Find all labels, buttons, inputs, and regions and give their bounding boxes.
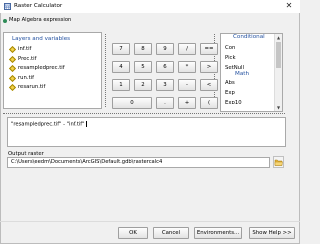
raster-layer-icon [8,55,17,63]
key-5[interactable]: 5 [134,61,152,73]
show-help-button[interactable]: Show Help >> [249,227,295,239]
math-title: Math [235,71,249,77]
raster-layer-icon [8,74,17,82]
key-8[interactable]: 8 [134,43,152,55]
expression-text: "resampledprec.tif" - "inf.tif" [11,121,87,128]
key-6[interactable]: 6 [156,61,174,73]
layers-list: inf.tif Prec.tif resampledprec.tif run.t… [8,45,100,93]
tool-item-con[interactable]: Con [225,43,271,53]
status-dot-icon [3,18,7,23]
map-algebra-label: Map Algebra expression [9,17,72,23]
text-caret [85,121,87,127]
expression-value: "resampledprec.tif" - "inf.tif" [11,121,85,128]
key-plus[interactable]: + [178,97,196,109]
layer-item[interactable]: Prec.tif [8,55,100,65]
conditional-list: Con Pick SetNull [225,43,271,73]
raster-layer-icon [8,83,17,92]
key-minus[interactable]: - [178,79,196,91]
footer-divider [0,221,300,222]
environments-button[interactable]: Environments... [194,227,242,239]
raster-layer-icon [8,64,17,73]
key-open-paren[interactable]: ( [200,97,218,109]
key-4[interactable]: 4 [112,61,130,73]
splitter-line [3,113,285,114]
tool-item-abs[interactable]: Abs [225,78,271,88]
key-decimal[interactable]: . [156,97,174,109]
scroll-up-icon[interactable]: ▲ [275,34,282,41]
key-0[interactable]: 0 [112,97,152,109]
layer-item[interactable]: resampledprec.tif [8,64,100,74]
key-3[interactable]: 3 [156,79,174,91]
tool-item-pick[interactable]: Pick [225,53,271,63]
browse-folder-icon[interactable] [273,156,284,168]
layer-item-label: resarun.tif [18,84,46,90]
cancel-button[interactable]: Cancel [153,227,189,239]
calculator-icon [4,3,11,10]
scroll-thumb[interactable] [276,42,281,68]
key-greater[interactable]: > [200,61,218,73]
key-equal[interactable]: == [200,43,218,55]
close-icon[interactable]: ✕ [284,1,294,11]
key-multiply[interactable]: * [178,61,196,73]
title-bar: Raster Calculator ✕ [0,0,300,13]
layer-item-label: run.tif [18,74,34,81]
layer-item-label: inf.tif [18,46,32,52]
layer-item-label: resampledprec.tif [18,65,65,71]
raster-layer-icon [8,45,17,54]
key-1[interactable]: 1 [112,79,130,91]
key-divide[interactable]: / [178,43,196,55]
tools-panel: Conditional Con Pick SetNull Math Abs Ex… [220,33,283,112]
scroll-down-icon[interactable]: ▼ [275,104,282,111]
layer-item[interactable]: resarun.tif [8,83,100,93]
expression-textarea[interactable]: "resampledprec.tif" - "inf.tif" [7,117,286,147]
key-7[interactable]: 7 [112,43,130,55]
key-9[interactable]: 9 [156,43,174,55]
tools-scrollbar[interactable]: ▲ ▼ [274,34,282,111]
splitter-line [105,34,106,107]
output-raster-field[interactable]: C:\Users\eedm\Documents\ArcGIS\Default.g… [7,157,270,168]
layers-variables-panel: Layers and variables inf.tif Prec.tif re… [3,32,102,109]
window-title: Raster Calculator [14,3,63,9]
layer-item[interactable]: inf.tif [8,45,100,55]
layer-item-label: Prec.tif [18,55,37,62]
key-2[interactable]: 2 [134,79,152,91]
tool-item-exp[interactable]: Exp [225,88,271,98]
layers-variables-title: Layers and variables [12,36,71,42]
conditional-title: Conditional [233,34,265,40]
layer-item[interactable]: run.tif [8,74,100,84]
math-list: Abs Exp Exp10 [225,78,271,104]
ok-button[interactable]: OK [118,227,148,239]
tool-item-exp10[interactable]: Exp10 [225,98,271,104]
key-less[interactable]: < [200,79,218,91]
